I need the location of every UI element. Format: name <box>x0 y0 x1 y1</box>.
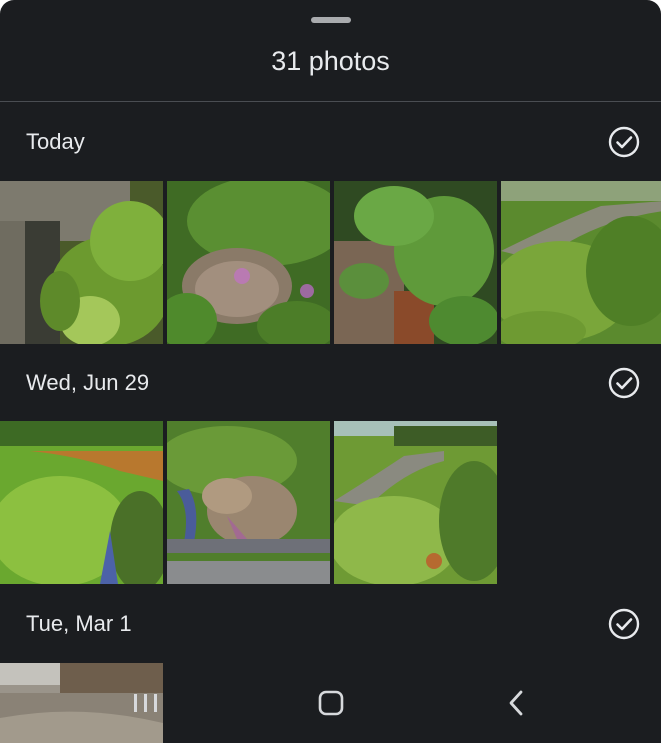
check-circle-icon[interactable] <box>607 125 641 159</box>
photo-picker-sheet: 31 photos Today Wed, Jun 29 Tue, Mar 1 <box>0 0 661 743</box>
photo-thumbnail[interactable] <box>501 181 661 344</box>
section-header-mar-1: Tue, Mar 1 <box>0 585 661 663</box>
photo-thumbnail[interactable] <box>334 421 497 584</box>
photo-thumbnail[interactable] <box>167 421 330 584</box>
photo-thumbnail[interactable] <box>0 421 163 584</box>
home-icon[interactable] <box>311 683 351 723</box>
section-date-label: Tue, Mar 1 <box>26 611 132 636</box>
photo-thumbnail[interactable] <box>0 181 163 344</box>
header-divider <box>0 101 661 102</box>
back-icon[interactable] <box>497 683 537 723</box>
photo-thumbnail[interactable] <box>334 181 497 344</box>
section-date-label: Wed, Jun 29 <box>26 370 150 395</box>
drag-handle[interactable] <box>311 17 351 23</box>
section-date-label: Today <box>26 129 85 154</box>
section-header-jun-29: Wed, Jun 29 <box>0 344 661 422</box>
sheet-title: 31 photos <box>271 46 390 76</box>
photo-row-today <box>0 181 661 344</box>
check-circle-icon[interactable] <box>607 607 641 641</box>
photo-row-jun-29 <box>0 421 661 584</box>
check-circle-icon[interactable] <box>607 366 641 400</box>
system-navigation-bar <box>0 663 661 743</box>
section-header-today: Today <box>0 103 661 181</box>
photo-thumbnail[interactable] <box>167 181 330 344</box>
recents-icon[interactable] <box>126 683 166 723</box>
